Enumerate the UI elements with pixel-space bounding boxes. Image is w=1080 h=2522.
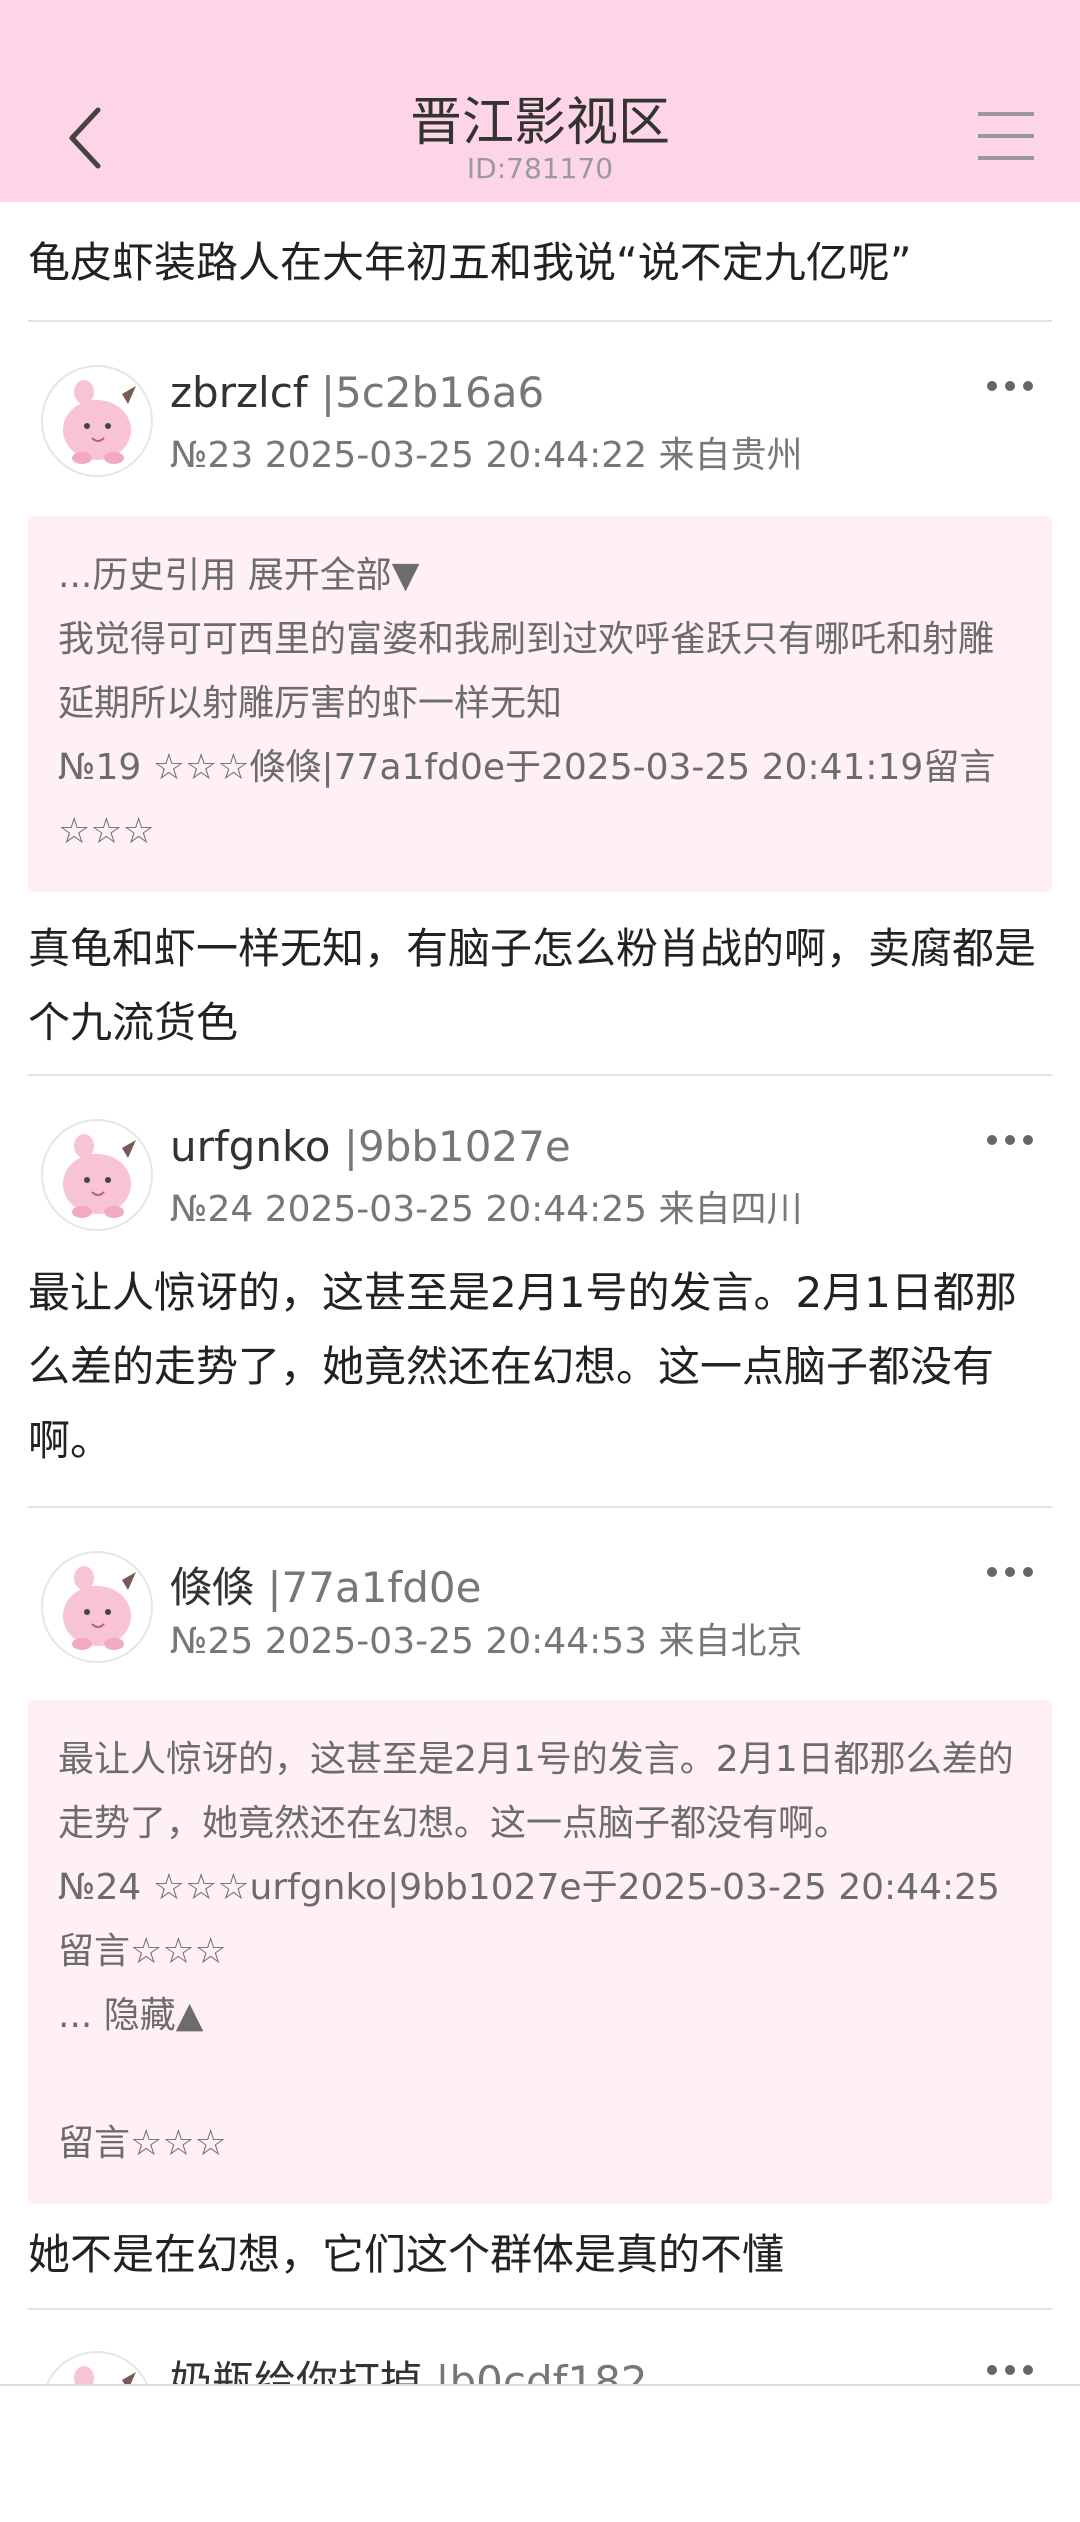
post-meta: №25 2025-03-25 20:44:53 来自北京 [170,1621,803,1662]
quote-text: 最让人惊讶的，这甚至是2月1号的发言。2月1日都那么差的走势了，她竟然还在幻想。… [58,1739,1014,1844]
post-meta: №23 2025-03-25 20:44:22 来自贵州 [170,435,803,476]
menu-icon [978,112,1034,160]
more-dots-icon[interactable] [984,374,1036,398]
quote-source: №24 ☆☆☆urfgnko|9bb1027e于2025-03-25 20:44… [58,1867,1000,1972]
post: urfgnko |9bb1027e №24 2025-03-25 20:44:2… [0,1076,1080,1506]
quote-text: 我觉得可可西里的富婆和我刷到过欢呼雀跃只有哪吒和射雕延期所以射雕厉害的虾一样无知 [58,619,995,724]
username[interactable]: 倏倏 [170,1563,254,1612]
menu-button[interactable] [976,110,1036,162]
user-id: |9bb1027e [330,1122,571,1171]
post-meta: №24 2025-03-25 20:44:25 来自四川 [170,1189,803,1230]
expand-history-link[interactable]: ...历史引用 展开全部▼ [58,544,1022,608]
avatar[interactable] [40,1118,154,1232]
thread-content: 龟皮虾装路人在大年初五和我说“说不定九亿呢” zbrzlcf |5c2b16a6… [0,202,1080,2486]
quote-footer: 留言☆☆☆ [58,2123,227,2164]
post: zbrzlcf |5c2b16a6 №23 2025-03-25 20:44:2… [0,322,1080,1074]
quote-block: 最让人惊讶的，这甚至是2月1号的发言。2月1日都那么差的走势了，她竟然还在幻想。… [28,1700,1052,2204]
post-text: 真龟和虾一样无知，有脑子怎么粉肖战的啊，卖腐都是个九流货色 [28,924,1037,1047]
quote-source: №19 ☆☆☆倏倏|77a1fd0e于2025-03-25 20:41:19留言… [58,747,996,852]
username-line: urfgnko |9bb1027e [170,1122,571,1171]
post-text: 最让人惊讶的，这甚至是2月1号的发言。2月1日都那么差的走势了，她竟然还在幻想。… [28,1268,1017,1465]
quote-block: ...历史引用 展开全部▼ 我觉得可可西里的富婆和我刷到过欢呼雀跃只有哪吒和射雕… [28,516,1052,892]
avatar[interactable] [40,364,154,478]
post-text: 龟皮虾装路人在大年初五和我说“说不定九亿呢” [28,238,912,287]
post: 倏倏 |77a1fd0e №25 2025-03-25 20:44:53 来自北… [0,1508,1080,2308]
username-line: zbrzlcf |5c2b16a6 [170,368,544,417]
page-title: 晋江影视区 [409,93,670,153]
collapse-quote-link[interactable]: ... 隐藏▲ [58,1984,1022,2048]
user-id: |5c2b16a6 [307,368,545,417]
post-text: 她不是在幻想，它们这个群体是真的不懂 [28,2230,785,2279]
post-header: 倏倏 |77a1fd0e №25 2025-03-25 20:44:53 来自北… [0,1508,1080,1668]
username[interactable]: zbrzlcf [170,368,308,417]
username-line: 倏倏 |77a1fd0e [170,1554,481,1615]
bottom-bar [0,2384,1080,2522]
avatar[interactable] [40,1550,154,1664]
post-header: urfgnko |9bb1027e №24 2025-03-25 20:44:2… [0,1076,1080,1252]
user-id: |77a1fd0e [254,1563,482,1612]
more-dots-icon[interactable] [984,1128,1036,1152]
more-dots-icon[interactable] [984,2358,1036,2382]
username[interactable]: urfgnko [170,1122,330,1171]
board-id: ID:781170 [466,152,614,185]
quote-spacer [58,2048,1022,2112]
post-header: zbrzlcf |5c2b16a6 №23 2025-03-25 20:44:2… [0,322,1080,498]
more-dots-icon[interactable] [984,1560,1036,1584]
top-bar: 晋江影视区 ID:781170 [0,0,1080,202]
